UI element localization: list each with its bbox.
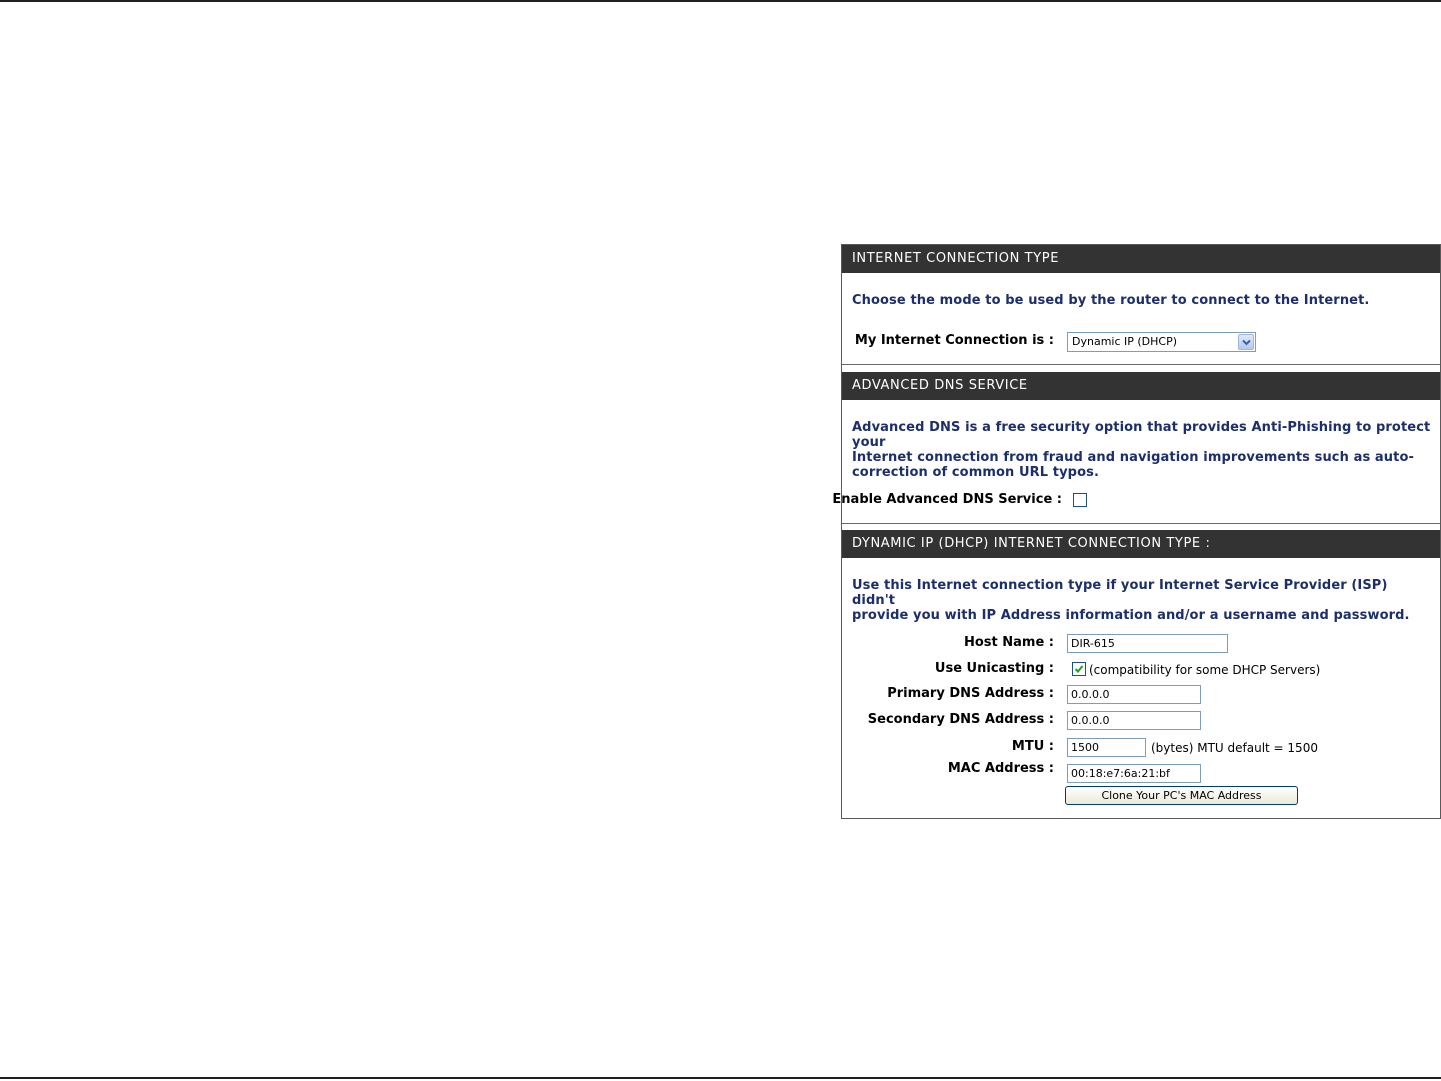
primary-dns-label: Primary DNS Address : bbox=[887, 686, 1054, 701]
chevron-down-icon[interactable] bbox=[1238, 334, 1254, 350]
enable-advanced-dns-checkbox[interactable] bbox=[1073, 493, 1087, 507]
primary-dns-input[interactable] bbox=[1067, 685, 1201, 704]
dhcp-description: Use this Internet connection type if you… bbox=[852, 578, 1432, 623]
connection-type-selected-value: Dynamic IP (DHCP) bbox=[1072, 335, 1178, 348]
secondary-dns-label: Secondary DNS Address : bbox=[867, 712, 1054, 727]
connection-type-select[interactable]: Dynamic IP (DHCP) bbox=[1067, 332, 1256, 352]
page-top-rule bbox=[0, 0, 1441, 2]
advanced-dns-description-line: correction of common URL typos. bbox=[852, 465, 1099, 480]
dhcp-description-line: Use this Internet connection type if you… bbox=[852, 578, 1388, 608]
advanced-dns-description-line: Advanced DNS is a free security option t… bbox=[852, 420, 1431, 450]
use-unicasting-label: Use Unicasting : bbox=[934, 661, 1054, 676]
page-bottom-rule bbox=[0, 1077, 1441, 1079]
mtu-input[interactable] bbox=[1067, 738, 1146, 757]
section-header-connection-type: INTERNET CONNECTION TYPE bbox=[842, 245, 1440, 273]
dhcp-description-line: provide you with IP Address information … bbox=[852, 608, 1410, 623]
clone-mac-address-button[interactable]: Clone Your PC's MAC Address bbox=[1065, 786, 1298, 805]
mac-address-label: MAC Address : bbox=[947, 761, 1054, 776]
router-settings-panel: INTERNET CONNECTION TYPE Choose the mode… bbox=[832, 244, 1441, 819]
enable-advanced-dns-label: Enable Advanced DNS Service : bbox=[832, 492, 1062, 507]
host-name-input[interactable] bbox=[1067, 634, 1228, 653]
host-name-label: Host Name : bbox=[963, 635, 1054, 650]
mtu-label: MTU : bbox=[1011, 739, 1054, 754]
connection-type-label: My Internet Connection is : bbox=[854, 333, 1054, 348]
advanced-dns-description-line: Internet connection from fraud and navig… bbox=[852, 450, 1414, 465]
mtu-note: (bytes) MTU default = 1500 bbox=[1151, 741, 1318, 755]
connection-type-description: Choose the mode to be used by the router… bbox=[852, 293, 1370, 308]
section-header-dhcp: DYNAMIC IP (DHCP) INTERNET CONNECTION TY… bbox=[842, 530, 1440, 558]
advanced-dns-description: Advanced DNS is a free security option t… bbox=[852, 420, 1432, 480]
mac-address-input[interactable] bbox=[1067, 764, 1201, 783]
use-unicasting-checkbox[interactable] bbox=[1072, 662, 1086, 676]
check-icon bbox=[1074, 665, 1084, 673]
section-header-advanced-dns: ADVANCED DNS SERVICE bbox=[842, 372, 1440, 400]
section-divider bbox=[842, 523, 1440, 524]
unicasting-note: (compatibility for some DHCP Servers) bbox=[1089, 663, 1321, 677]
secondary-dns-input[interactable] bbox=[1067, 711, 1201, 730]
section-divider bbox=[842, 364, 1440, 365]
